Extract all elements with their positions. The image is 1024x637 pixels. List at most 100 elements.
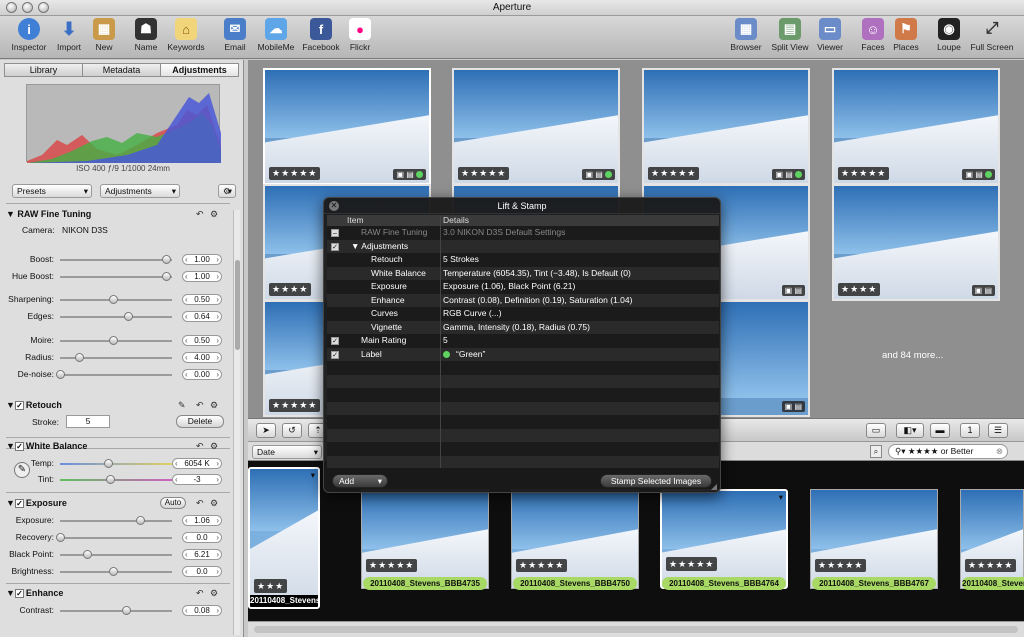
lift-stamp-row[interactable]: ✓ Main Rating 5 (327, 334, 719, 348)
filter-button[interactable]: ⌕ (870, 445, 882, 458)
slider-knob[interactable] (162, 255, 171, 264)
slider[interactable] (56, 370, 172, 379)
full-screen-button[interactable]: ⤢ Full Screen (966, 18, 1018, 52)
filmstrip-thumbnail[interactable]: ★★★★★ (511, 489, 639, 589)
tint-slider-knob[interactable] (106, 475, 115, 484)
presets-dropdown[interactable]: Presets (12, 184, 92, 198)
mobileme-button[interactable]: ☁ MobileMe (254, 18, 298, 52)
minimize-window-button[interactable] (22, 2, 33, 13)
new-button[interactable]: ▦ New (90, 18, 118, 52)
browser-button[interactable]: ▦ Browser (728, 18, 764, 52)
gear-icon[interactable]: ⚙ (210, 209, 218, 220)
disclosure-triangle-icon[interactable]: ▼ (6, 498, 15, 508)
lift-stamp-row[interactable]: ✓ ▼ Adjustments (327, 239, 719, 253)
enhance-enable-checkbox[interactable]: ✓ (14, 589, 24, 599)
photo-thumbnail[interactable]: ★★★★★ ▣ ▤ (452, 68, 620, 185)
slider-knob[interactable] (109, 336, 118, 345)
filmstrip-scrollbar[interactable] (248, 621, 1024, 637)
scrollbar-thumb[interactable] (235, 260, 240, 350)
slider[interactable] (60, 516, 172, 525)
lift-stamp-row[interactable]: Enhance Contrast (0.08), Definition (0.19… (327, 293, 719, 307)
delete-button[interactable]: Delete (176, 415, 224, 428)
slider-value[interactable]: 1.00 (182, 271, 222, 282)
disclosure-triangle-icon[interactable]: ▼ (6, 441, 15, 451)
flickr-button[interactable]: ● Flickr (346, 18, 374, 52)
search-field[interactable]: ⚲▾ ★★★★ or Better ⊗ (888, 444, 1008, 459)
adjustments-dropdown[interactable]: Adjustments (100, 184, 180, 198)
slider-value[interactable]: 0.50 (182, 294, 222, 305)
auto-exposure-button[interactable]: Auto (160, 497, 186, 509)
photo-thumbnail[interactable]: ★★★★★ ▣ ▤ (832, 68, 1000, 185)
filmstrip-toggle-button[interactable]: ▬ (930, 423, 950, 438)
slider-knob[interactable] (109, 567, 118, 576)
reset-icon[interactable]: ↶ (196, 441, 204, 452)
lift-stamp-row[interactable]: – RAW Fine Tuning 3.0 NIKON D3S Default Se… (327, 226, 719, 240)
tint-slider[interactable] (60, 475, 172, 484)
exposure-enable-checkbox[interactable]: ✓ (14, 499, 24, 509)
photo-thumbnail[interactable]: ★★★★ ▣ ▤ (832, 184, 1000, 301)
sort-dropdown[interactable]: Date (252, 445, 322, 459)
slider-value[interactable]: 0.0 (182, 532, 222, 543)
slider-knob[interactable] (135, 516, 145, 525)
stamp-selected-images-button[interactable]: Stamp Selected Images (600, 474, 712, 488)
filmstrip-thumbnail[interactable]: ★★★★★ (960, 489, 1024, 589)
resize-grip-icon[interactable]: ◢ (711, 482, 717, 491)
reset-icon[interactable]: ↶ (196, 588, 204, 599)
add-dropdown[interactable]: Add ▾ (332, 474, 388, 488)
slider-value[interactable]: 1.00 (182, 254, 222, 265)
stroke-field[interactable]: 5 (66, 415, 110, 428)
close-hud-button[interactable]: ✕ (329, 201, 339, 211)
badge-overlay-button[interactable]: ◧▾ (896, 423, 924, 438)
close-window-button[interactable] (6, 2, 17, 13)
lift-stamp-row[interactable]: Curves RGB Curve (...) (327, 307, 719, 321)
slider-knob[interactable] (75, 353, 85, 362)
slider[interactable] (60, 312, 172, 321)
select-tool-button[interactable]: ➤ (256, 423, 276, 438)
slider[interactable] (60, 336, 172, 345)
zoom-window-button[interactable] (38, 2, 49, 13)
reset-icon[interactable]: ↶ (196, 209, 204, 220)
tint-value[interactable]: -3 (172, 474, 222, 485)
slider-knob[interactable] (109, 295, 118, 304)
slider-knob[interactable] (56, 533, 65, 542)
temp-slider[interactable] (60, 459, 172, 468)
lift-stamp-row[interactable]: ✓ Label “Green” (327, 347, 719, 361)
lift-stamp-row[interactable]: White Balance Temperature (6054.35), Tint… (327, 266, 719, 280)
tab-library[interactable]: Library (5, 64, 83, 76)
slider-value[interactable]: 0.0 (182, 566, 222, 577)
contrast-slider-knob[interactable] (122, 606, 131, 615)
gear-icon[interactable]: ⚙ (210, 400, 218, 411)
disclosure-triangle-icon[interactable]: ▼ (6, 400, 15, 410)
slider[interactable] (60, 255, 172, 264)
slider-knob[interactable] (162, 272, 171, 281)
disclosure-triangle-icon[interactable]: ▼ (6, 209, 17, 219)
temp-value[interactable]: 6054 K (172, 458, 222, 469)
slider-value[interactable]: 0.50 (182, 335, 222, 346)
clear-search-icon[interactable]: ⊗ (996, 445, 1003, 458)
tab-adjustments[interactable]: Adjustments (161, 64, 238, 76)
slider-value[interactable]: 0.00 (182, 369, 222, 380)
gear-icon[interactable]: ⚙ (210, 441, 218, 452)
temp-slider-knob[interactable] (104, 459, 113, 468)
facebook-button[interactable]: f Facebook (300, 18, 342, 52)
disclosure-triangle-icon[interactable]: ▼ (6, 588, 15, 598)
inspector-scrollbar[interactable] (233, 210, 240, 635)
slider-knob[interactable] (82, 550, 92, 559)
slider[interactable] (60, 272, 172, 281)
filmstrip-thumbnail[interactable]: ★★★ 20110408_Stevens... (248, 467, 320, 609)
slider[interactable] (60, 550, 172, 559)
faces-button[interactable]: ☺ Faces (858, 18, 888, 52)
row-checkbox[interactable]: – (331, 229, 339, 237)
tab-metadata[interactable]: Metadata (83, 64, 161, 76)
contrast-slider[interactable] (60, 606, 172, 615)
split-view-button[interactable]: ▤ Split View (768, 18, 812, 52)
white-balance-enable-checkbox[interactable]: ✓ (14, 442, 24, 452)
photo-thumbnail[interactable]: ★★★★★ ▣ ▤ (263, 68, 431, 185)
slider[interactable] (60, 353, 172, 362)
slider[interactable] (60, 567, 172, 576)
slider-value[interactable]: 4.00 (182, 352, 222, 363)
filmstrip-thumbnail[interactable]: ★★★★★ (361, 489, 489, 589)
single-view-button[interactable]: 1 (960, 423, 980, 438)
loupe-button[interactable]: ◉ Loupe (934, 18, 964, 52)
lift-stamp-row[interactable]: Exposure Exposure (1.06), Black Point (6.… (327, 280, 719, 294)
